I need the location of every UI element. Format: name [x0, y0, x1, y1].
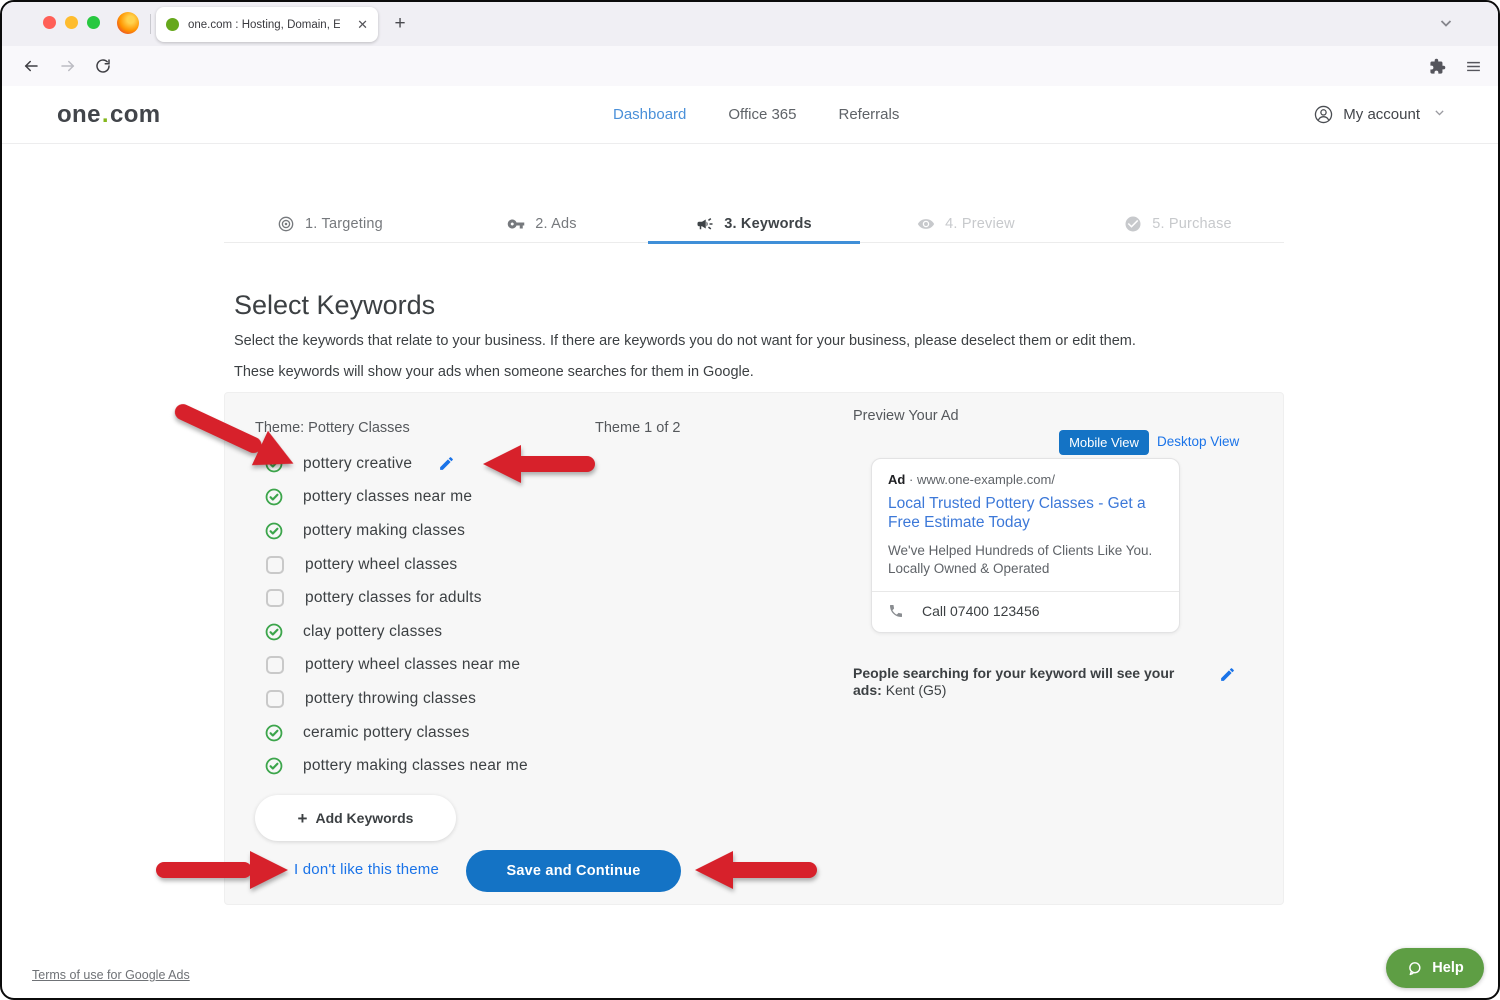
theme-label: Theme: Pottery Classes: [255, 420, 410, 436]
firefox-icon[interactable]: [117, 12, 139, 34]
keyword-label: clay pottery classes: [303, 623, 442, 641]
my-account-menu[interactable]: My account: [1313, 86, 1446, 143]
main-nav: Dashboard Office 365 Referrals: [613, 86, 899, 143]
keyword-label: pottery wheel classes near me: [305, 656, 520, 674]
step-targeting[interactable]: 1. Targeting: [224, 206, 436, 242]
keyword-row[interactable]: clay pottery classes: [265, 615, 625, 649]
edit-keyword-icon[interactable]: [438, 455, 455, 472]
list-tabs-chevron-icon[interactable]: [1438, 15, 1454, 36]
keyword-unchecked-box[interactable]: [266, 690, 284, 708]
ad-preview-card: Ad · www.one-example.com/ Local Trusted …: [871, 458, 1180, 633]
keywords-panel: Theme: Pottery Classes Theme 1 of 2 pott…: [224, 392, 1284, 905]
ad-call-row: Call 07400 123456: [888, 603, 1040, 619]
reload-button[interactable]: [94, 57, 112, 75]
keyword-row[interactable]: pottery making classes: [265, 514, 625, 548]
page-title: Select Keywords: [234, 290, 435, 321]
page-description-line1: Select the keywords that relate to your …: [234, 333, 1136, 349]
dislike-theme-link[interactable]: I don't like this theme: [294, 861, 439, 878]
wizard-steps: 1. Targeting 2. Ads 3. Keywords 4. Previ…: [224, 206, 1284, 243]
phone-icon: [888, 603, 904, 619]
menu-hamburger-icon[interactable]: [1465, 58, 1482, 75]
nav-office365[interactable]: Office 365: [728, 106, 796, 123]
add-keywords-button[interactable]: + Add Keywords: [255, 795, 456, 841]
tab-strip: one.com : Hosting, Domain, Ema ✕ +: [2, 2, 1498, 47]
step-purchase[interactable]: 5. Purchase: [1072, 206, 1284, 242]
keyword-checked-icon[interactable]: [265, 757, 283, 775]
account-person-icon: [1313, 104, 1334, 125]
ad-url-line: Ad · www.one-example.com/: [888, 472, 1055, 487]
mobile-view-button[interactable]: Mobile View: [1059, 430, 1149, 455]
keyword-label: pottery creative: [303, 455, 412, 473]
tab-divider: [150, 14, 151, 34]
keyword-label: pottery making classes: [303, 522, 465, 540]
ad-preview-title: Preview Your Ad: [853, 408, 959, 424]
tab-favicon: [166, 18, 179, 31]
target-icon: [277, 215, 295, 233]
keyword-label: pottery throwing classes: [305, 690, 476, 708]
theme-count: Theme 1 of 2: [595, 420, 680, 436]
maximize-window-button[interactable]: [87, 16, 100, 29]
keyword-checked-icon[interactable]: [265, 724, 283, 742]
eye-icon: [917, 215, 935, 233]
help-button[interactable]: Help: [1386, 948, 1484, 988]
megaphone-icon: [696, 215, 714, 233]
tab-close-icon[interactable]: ✕: [357, 18, 368, 31]
ad-call-text: Call 07400 123456: [922, 603, 1040, 619]
ad-card-divider: [872, 591, 1179, 592]
keyword-unchecked-box[interactable]: [266, 556, 284, 574]
page-description-line2: These keywords will show your ads when s…: [234, 364, 754, 380]
keyword-row[interactable]: pottery wheel classes: [265, 548, 625, 582]
minimize-window-button[interactable]: [65, 16, 78, 29]
keyword-unchecked-box[interactable]: [266, 589, 284, 607]
keyword-checked-icon[interactable]: [265, 623, 283, 641]
keyword-checked-icon[interactable]: [265, 522, 283, 540]
keyword-label: pottery classes near me: [303, 488, 472, 506]
forward-button[interactable]: [59, 57, 77, 75]
step-ads[interactable]: 2. Ads: [436, 206, 648, 242]
keyword-checked-icon[interactable]: [265, 488, 283, 506]
keyword-row[interactable]: pottery creative: [265, 447, 625, 481]
ad-body-text: We've Helped Hundreds of Clients Like Yo…: [888, 542, 1173, 578]
keyword-label: pottery wheel classes: [305, 556, 457, 574]
desktop-view-link[interactable]: Desktop View: [1157, 434, 1239, 449]
keyword-row[interactable]: pottery classes near me: [265, 481, 625, 515]
ad-headline: Local Trusted Pottery Classes - Get a Fr…: [888, 495, 1166, 532]
keyword-row[interactable]: ceramic pottery classes: [265, 716, 625, 750]
keyword-checked-icon[interactable]: [265, 455, 283, 473]
new-tab-button[interactable]: +: [390, 14, 410, 34]
location-value: Kent (G5): [886, 682, 947, 698]
terms-of-use-link[interactable]: Terms of use for Google Ads: [32, 968, 190, 982]
account-label: My account: [1343, 106, 1420, 123]
keyword-row[interactable]: pottery making classes near me: [265, 749, 625, 783]
extensions-puzzle-icon[interactable]: [1429, 58, 1446, 75]
onecom-logo[interactable]: one.com: [57, 101, 161, 129]
account-chevron-icon: [1433, 106, 1446, 123]
step-preview[interactable]: 4. Preview: [860, 206, 1072, 242]
keyword-label: pottery classes for adults: [305, 589, 482, 607]
keyword-list: pottery creative pottery classes near me p…: [265, 447, 625, 783]
step-keywords[interactable]: 3. Keywords: [648, 206, 860, 242]
check-circle-icon: [1124, 215, 1142, 233]
keyword-label: pottery making classes near me: [303, 757, 528, 775]
keyword-row[interactable]: pottery classes for adults: [265, 581, 625, 615]
save-and-continue-button[interactable]: Save and Continue: [466, 850, 681, 892]
browser-tab[interactable]: one.com : Hosting, Domain, Ema ✕: [156, 7, 378, 42]
key-icon: [507, 215, 525, 233]
browser-toolbar: https://www.one.com/admin/google-adwords…: [2, 46, 1498, 87]
keyword-row[interactable]: pottery wheel classes near me: [265, 649, 625, 683]
close-window-button[interactable]: [43, 16, 56, 29]
plus-icon: +: [298, 810, 308, 827]
browser-window: one.com : Hosting, Domain, Ema ✕ +: [0, 0, 1500, 1000]
edit-location-icon[interactable]: [1219, 666, 1236, 683]
keyword-label: ceramic pottery classes: [303, 724, 470, 742]
nav-referrals[interactable]: Referrals: [839, 106, 900, 123]
tab-title: one.com : Hosting, Domain, Ema: [188, 19, 340, 31]
site-header: one.com Dashboard Office 365 Referrals M…: [2, 86, 1498, 144]
back-button[interactable]: [22, 57, 40, 75]
keyword-location-text: People searching for your keyword will s…: [853, 665, 1187, 699]
chat-bubble-icon: [1406, 960, 1423, 977]
nav-dashboard[interactable]: Dashboard: [613, 106, 686, 123]
keyword-unchecked-box[interactable]: [266, 656, 284, 674]
keyword-row[interactable]: pottery throwing classes: [265, 682, 625, 716]
